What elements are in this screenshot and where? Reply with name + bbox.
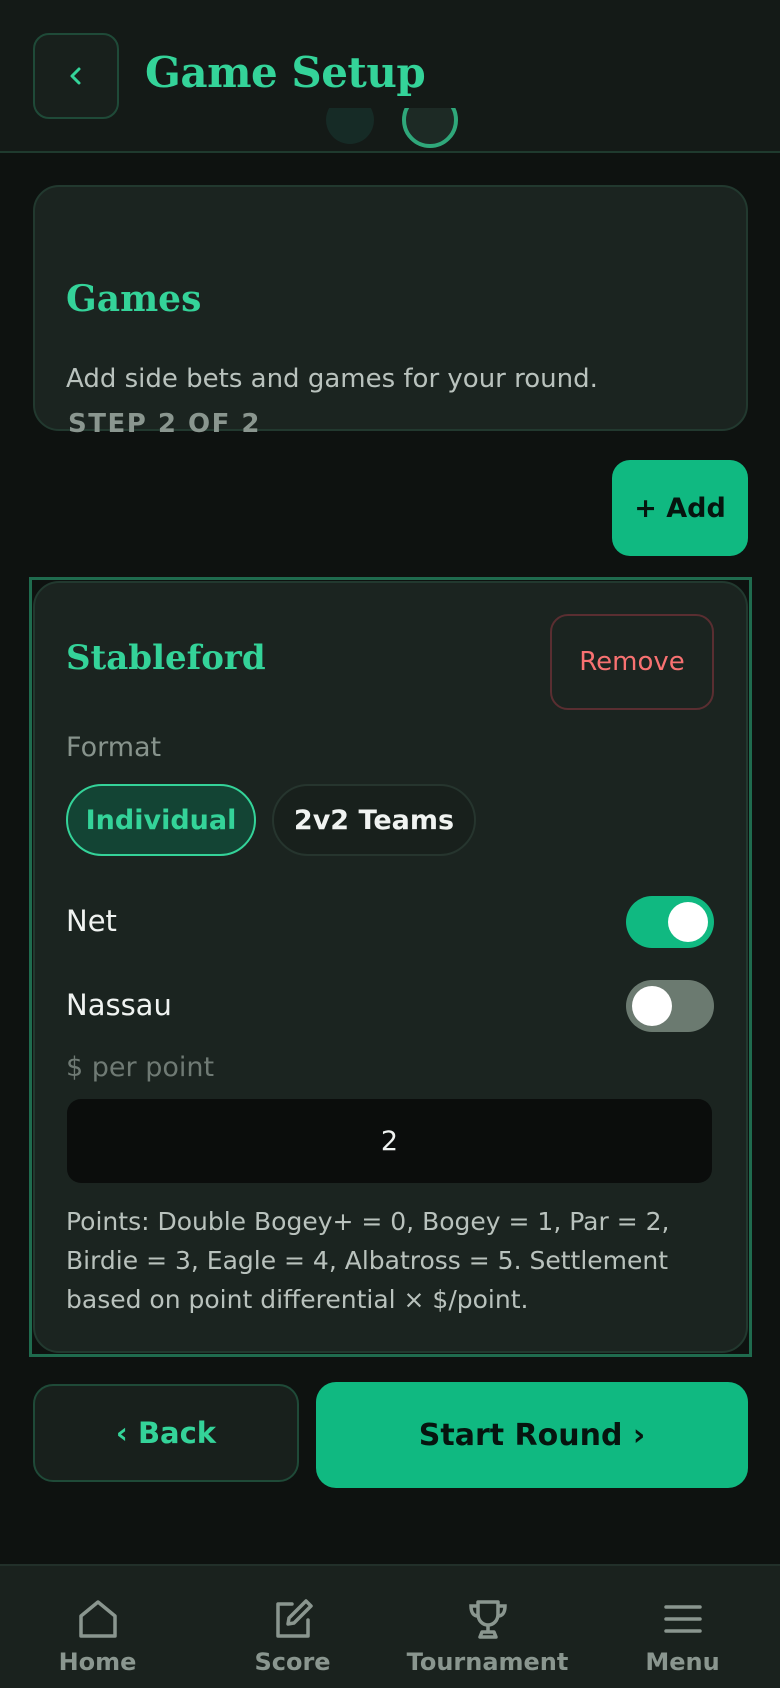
format-teams-pill[interactable]: 2v2 Teams (272, 784, 476, 856)
menu-icon (663, 1605, 702, 1633)
back-button[interactable]: ‹ Back (33, 1384, 299, 1482)
nav-item-menu[interactable]: Menu (585, 1566, 780, 1688)
step-title: Games (66, 278, 202, 320)
toggle-knob (668, 902, 708, 942)
page-title: Game Setup (145, 48, 426, 97)
nav-item-home[interactable]: Home (0, 1566, 195, 1688)
bottom-nav: Home Score Tournament Menu (0, 1564, 780, 1688)
per-point-label: $ per point (66, 1052, 215, 1083)
nassau-toggle[interactable] (626, 980, 714, 1032)
per-point-input[interactable] (67, 1099, 712, 1183)
edit-icon (275, 1599, 313, 1638)
nav-label: Home (58, 1648, 137, 1676)
nav-item-score[interactable]: Score (195, 1566, 390, 1688)
format-label: Format (66, 732, 162, 763)
nav-item-tournament[interactable]: Tournament (390, 1566, 585, 1688)
step-description: Add side bets and games for your round. (66, 364, 598, 394)
progress-dots (326, 108, 458, 148)
header-back-button[interactable] (33, 33, 119, 119)
toggle-knob (632, 986, 672, 1026)
format-individual-pill[interactable]: Individual (66, 784, 256, 856)
net-toggle[interactable] (626, 896, 714, 948)
remove-game-button[interactable]: Remove (550, 614, 714, 710)
home-icon (78, 1600, 117, 1638)
app-header: Game Setup (0, 0, 780, 153)
points-note: Points: Double Bogey+ = 0, Bogey = 1, Pa… (66, 1207, 670, 1314)
start-round-button[interactable]: Start Round › (316, 1382, 748, 1488)
nassau-label: Nassau (66, 988, 172, 1022)
add-game-button[interactable]: + Add (612, 460, 748, 556)
trophy-icon (468, 1600, 507, 1639)
game-title: Stableford (66, 638, 266, 678)
nav-label: Score (254, 1648, 331, 1676)
net-label: Net (66, 904, 117, 938)
step-label: STEP 2 OF 2 (68, 409, 261, 439)
nav-label: Menu (645, 1648, 720, 1676)
nav-label: Tournament (406, 1648, 569, 1676)
chevron-left-icon (70, 67, 81, 85)
